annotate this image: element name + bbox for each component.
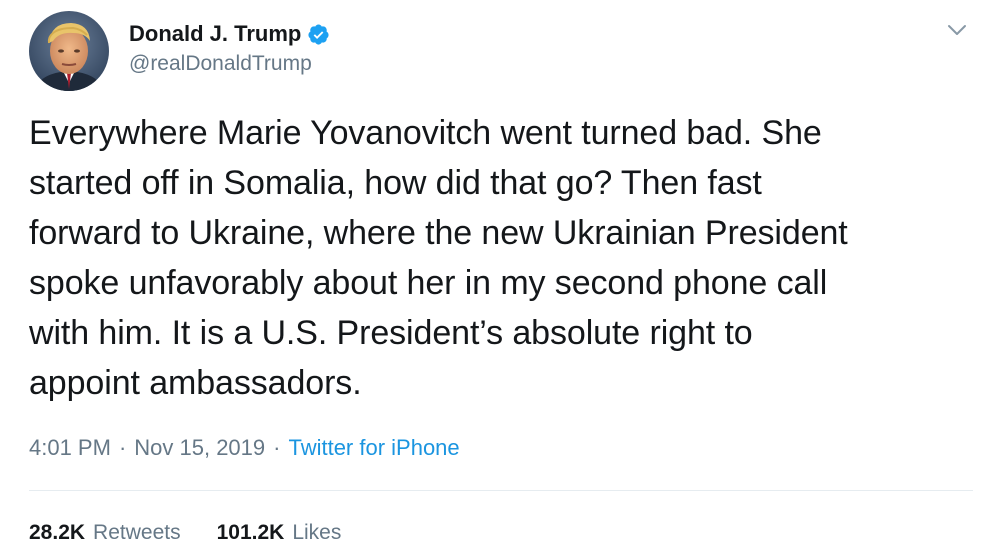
retweets-count: 28.2K <box>29 521 86 544</box>
author-name-row: Donald J. Trump <box>129 18 330 50</box>
tweet-date[interactable]: Nov 15, 2019 <box>134 435 265 461</box>
meta-separator: · <box>273 435 281 460</box>
tweet-time[interactable]: 4:01 PM <box>29 435 111 461</box>
chevron-down-icon[interactable] <box>945 20 969 40</box>
meta-separator: · <box>118 435 127 460</box>
likes-label: Likes <box>292 521 342 544</box>
tweet-text: Everywhere Marie Yovanovitch went turned… <box>29 114 848 402</box>
tweet-source-link[interactable]: Twitter for iPhone <box>288 435 459 461</box>
profile-photo-icon <box>29 11 109 91</box>
author-name[interactable]: Donald J. Trump <box>129 21 301 47</box>
divider <box>29 490 973 491</box>
verified-badge-icon <box>307 23 330 46</box>
likes-count: 101.2K <box>216 521 285 544</box>
tweet-meta: 4:01 PM · Nov 15, 2019 · Twitter for iPh… <box>29 432 460 464</box>
likes-stat[interactable]: 101.2K Likes <box>217 521 342 545</box>
retweets-label: Retweets <box>93 521 181 544</box>
tweet-stats: 28.2K Retweets 101.2K Likes <box>29 516 341 550</box>
avatar[interactable] <box>29 11 109 91</box>
author-handle[interactable]: @realDonaldTrump <box>129 52 312 76</box>
retweets-stat[interactable]: 28.2K Retweets <box>29 521 181 545</box>
tweet-card: Donald J. Trump @realDonaldTrump Everywh… <box>0 0 992 558</box>
